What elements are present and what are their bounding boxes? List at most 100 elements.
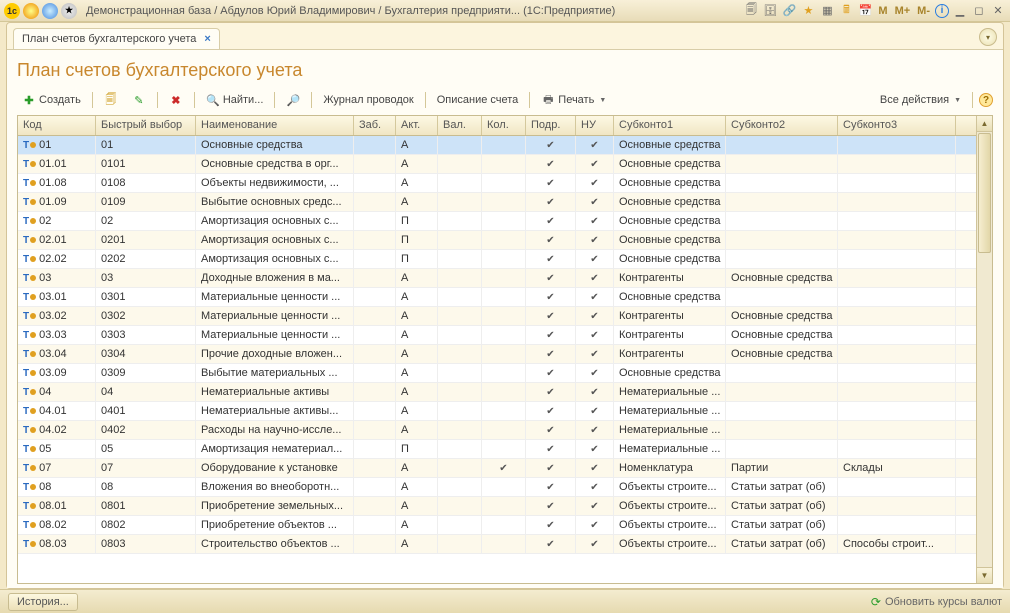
col-podr[interactable]: Подр.: [526, 116, 576, 135]
link-icon[interactable]: 🔗: [781, 3, 797, 19]
col-zab[interactable]: Заб.: [354, 116, 396, 135]
table-row[interactable]: T03.020302Материальные ценности ...А✔✔Ко…: [18, 307, 976, 326]
table-row[interactable]: T0101Основные средстваА✔✔Основные средст…: [18, 136, 976, 155]
vertical-scrollbar[interactable]: ▲ ▼: [976, 116, 992, 583]
scroll-down-icon[interactable]: ▼: [977, 567, 992, 583]
cell-val: [438, 383, 482, 401]
table-row[interactable]: T02.010201Амортизация основных с...П✔✔Ос…: [18, 231, 976, 250]
table-row[interactable]: T01.090109Выбытие основных средс...А✔✔Ос…: [18, 193, 976, 212]
table-row[interactable]: T0707Оборудование к установкеА✔✔✔Номенкл…: [18, 459, 976, 478]
cell-podr: ✔: [526, 478, 576, 496]
cell-sub1: Основные средства: [614, 364, 726, 382]
desc-button[interactable]: Описание счета: [432, 92, 524, 108]
doc-icon[interactable]: 🗐: [743, 3, 759, 19]
cell-kol: [482, 421, 526, 439]
cell-zab: [354, 402, 396, 420]
table-row[interactable]: T04.010401Нематериальные активы...А✔✔Нем…: [18, 402, 976, 421]
table-row[interactable]: T02.020202Амортизация основных с...П✔✔Ос…: [18, 250, 976, 269]
db-icon[interactable]: 🗄: [762, 3, 778, 19]
col-kol[interactable]: Кол.: [482, 116, 526, 135]
table-row[interactable]: T08.030803Строительство объектов ...А✔✔О…: [18, 535, 976, 554]
cell-nu: ✔: [576, 307, 614, 325]
cell-val: [438, 231, 482, 249]
copy-button[interactable]: 🗐: [99, 91, 123, 109]
cell-podr: ✔: [526, 307, 576, 325]
col-name[interactable]: Наименование: [196, 116, 354, 135]
history-button[interactable]: История...: [8, 593, 78, 611]
maximize-icon[interactable]: ◻: [971, 3, 987, 19]
create-button[interactable]: ✚ Создать: [17, 91, 86, 109]
m-button[interactable]: M: [876, 5, 889, 17]
cell-sub2: [726, 136, 838, 154]
cell-name: Выбытие материальных ...: [196, 364, 354, 382]
history-label: История...: [17, 596, 69, 608]
find-button[interactable]: 🔍 Найти...: [201, 91, 269, 109]
col-sub1[interactable]: Субконто1: [614, 116, 726, 135]
col-sub3[interactable]: Субконто3: [838, 116, 956, 135]
table-row[interactable]: T03.010301Материальные ценности ...А✔✔Ос…: [18, 288, 976, 307]
col-val[interactable]: Вал.: [438, 116, 482, 135]
table-row[interactable]: T03.030303Материальные ценности ...А✔✔Ко…: [18, 326, 976, 345]
star-icon[interactable]: ★: [800, 3, 816, 19]
calc-icon[interactable]: 🖩: [838, 3, 854, 19]
tab-chart-of-accounts[interactable]: План счетов бухгалтерского учета ×: [13, 28, 220, 49]
cell-akt: А: [396, 383, 438, 401]
print-button[interactable]: 🖶 Печать ▼: [536, 91, 611, 109]
favorite-icon[interactable]: ★: [61, 3, 77, 19]
scroll-up-icon[interactable]: ▲: [977, 116, 992, 132]
close-window-icon[interactable]: ✕: [990, 3, 1006, 19]
table-row[interactable]: T0202Амортизация основных с...П✔✔Основны…: [18, 212, 976, 231]
grid-icon[interactable]: ▦: [819, 3, 835, 19]
grid-body[interactable]: T0101Основные средстваА✔✔Основные средст…: [18, 136, 976, 583]
table-row[interactable]: T08.020802Приобретение объектов ...А✔✔Об…: [18, 516, 976, 535]
table-row[interactable]: T01.080108Объекты недвижимости, ...А✔✔Ос…: [18, 174, 976, 193]
table-row[interactable]: T0505Амортизация нематериал...П✔✔Нематер…: [18, 440, 976, 459]
cal-icon[interactable]: 📅: [857, 3, 873, 19]
col-akt[interactable]: Акт.: [396, 116, 438, 135]
refresh-rates-button[interactable]: ⟳ Обновить курсы валют: [871, 595, 1002, 609]
cell-podr: ✔: [526, 535, 576, 553]
table-row[interactable]: T0303Доходные вложения в ма...А✔✔Контраг…: [18, 269, 976, 288]
table-row[interactable]: T0404Нематериальные активыА✔✔Нематериаль…: [18, 383, 976, 402]
col-code[interactable]: Код: [18, 116, 96, 135]
table-row[interactable]: T03.090309Выбытие материальных ...А✔✔Осн…: [18, 364, 976, 383]
col-quick[interactable]: Быстрый выбор: [96, 116, 196, 135]
info-icon[interactable]: i: [935, 4, 949, 18]
nav-back-icon[interactable]: [23, 3, 39, 19]
cell-quick: 0109: [96, 193, 196, 211]
zoom-button[interactable]: 🔎: [281, 91, 305, 109]
minimize-icon[interactable]: ▁: [952, 3, 968, 19]
col-sub2[interactable]: Субконто2: [726, 116, 838, 135]
edit-button[interactable]: ✎: [127, 91, 151, 109]
m-minus-button[interactable]: M-: [915, 5, 932, 17]
account-icon: T: [23, 501, 36, 512]
cell-val: [438, 459, 482, 477]
cell-akt: А: [396, 516, 438, 534]
cell-sub2: Статьи затрат (об): [726, 535, 838, 553]
cell-nu: ✔: [576, 364, 614, 382]
table-row[interactable]: T0808Вложения во внеоборотн...А✔✔Объекты…: [18, 478, 976, 497]
cell-quick: 0802: [96, 516, 196, 534]
scroll-thumb[interactable]: [978, 133, 991, 253]
table-row[interactable]: T04.020402Расходы на научно-иссле...А✔✔Н…: [18, 421, 976, 440]
m-plus-button[interactable]: M+: [893, 5, 913, 17]
account-icon: T: [23, 425, 36, 436]
cell-sub1: Контрагенты: [614, 307, 726, 325]
cell-podr: ✔: [526, 440, 576, 458]
tab-menu-dropdown[interactable]: ▾: [979, 28, 997, 46]
col-nu[interactable]: НУ: [576, 116, 614, 135]
table-row[interactable]: T03.040304Прочие доходные вложен...А✔✔Ко…: [18, 345, 976, 364]
cell-sub1: Основные средства: [614, 250, 726, 268]
table-row[interactable]: T01.010101Основные средства в орг...А✔✔О…: [18, 155, 976, 174]
nav-fwd-icon[interactable]: [42, 3, 58, 19]
tab-close-icon[interactable]: ×: [204, 33, 210, 45]
table-row[interactable]: T08.010801Приобретение земельных...А✔✔Об…: [18, 497, 976, 516]
journal-button[interactable]: Журнал проводок: [318, 92, 418, 108]
all-actions-button[interactable]: Все действия ▼: [875, 92, 966, 108]
help-button[interactable]: ?: [979, 93, 993, 107]
cell-sub3: [838, 383, 956, 401]
cell-kol: [482, 212, 526, 230]
delete-button[interactable]: ✖: [164, 91, 188, 109]
app-logo-icon[interactable]: 1c: [4, 3, 20, 19]
cell-akt: А: [396, 535, 438, 553]
